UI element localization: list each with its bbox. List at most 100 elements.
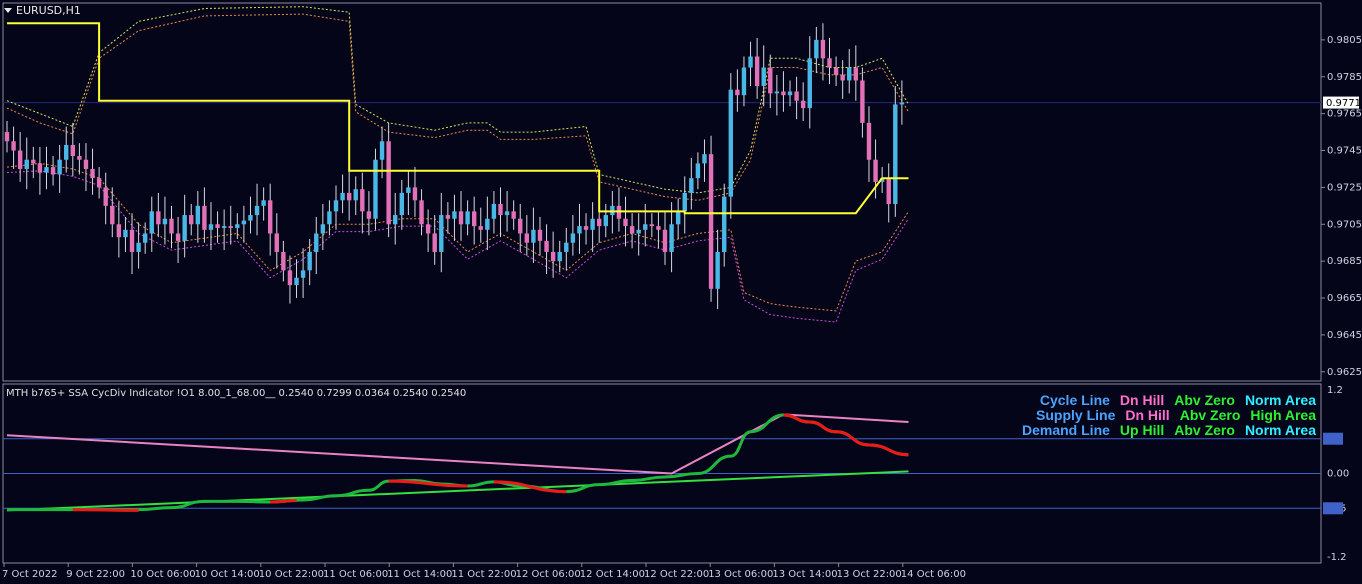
candle-body: [208, 224, 214, 230]
x-tick-label: 10 Oct 14:00: [195, 569, 260, 580]
y-tick-label: 0.9725: [1327, 182, 1362, 193]
candle-body: [452, 211, 457, 219]
candle-body: [419, 200, 424, 225]
candle-body: [689, 178, 694, 193]
candle-body: [768, 67, 773, 94]
candle-body: [307, 251, 312, 271]
x-tick-label: 10 Oct 06:00: [130, 569, 195, 580]
candle-body: [583, 226, 589, 230]
candle-body: [531, 229, 536, 243]
candle-body: [189, 215, 194, 225]
legend-row-supply: Supply Line Dn Hill Abv Zero High Area: [1022, 408, 1316, 423]
candle-body: [537, 229, 543, 241]
candle-body: [320, 224, 326, 234]
candle-body: [886, 178, 891, 204]
candle-body: [103, 187, 108, 206]
candle-body: [221, 226, 227, 228]
y-tick-label: 0.9665: [1327, 293, 1362, 304]
candle-body: [353, 189, 358, 201]
candle-body: [4, 132, 10, 142]
candle-body: [215, 224, 220, 228]
candle-body: [754, 56, 760, 86]
candle-body: [761, 67, 766, 86]
candle-body: [550, 251, 556, 262]
x-tick-label: 13 Oct 14:00: [772, 569, 837, 580]
candle-body: [498, 203, 503, 216]
candle-body: [202, 205, 207, 230]
x-tick-label: 11 Oct 14:00: [387, 569, 452, 580]
candle-body: [511, 211, 516, 219]
candle-body: [735, 89, 740, 96]
candle-body: [412, 187, 418, 201]
chart-canvas: 0.9805 0.9785 0.9765 0.9745 0.9725 0.9705 0.96…: [0, 0, 1362, 584]
candle-body: [57, 159, 62, 175]
candle-body: [360, 189, 365, 212]
candle-body: [432, 233, 437, 252]
x-tick-label: 7 Oct 2022: [2, 569, 57, 580]
candle-body: [702, 154, 707, 164]
candle-body: [603, 215, 608, 227]
candle-body: [847, 67, 852, 81]
candle-body: [96, 178, 102, 188]
chevron-down-icon[interactable]: [4, 8, 12, 13]
candle-body: [899, 102, 905, 105]
candle-body: [649, 224, 655, 227]
legend-name: Demand Line: [1022, 422, 1110, 438]
symbol-text: EURUSD,H1: [16, 4, 81, 17]
candle-body: [314, 233, 319, 252]
candle-body: [175, 233, 181, 241]
candle-body: [636, 229, 641, 234]
trading-chart-window: { "symbol": "EURUSD,H1", "indicator_titl…: [0, 0, 1362, 584]
candle-body: [24, 159, 29, 169]
candle-body: [800, 100, 806, 109]
candle-body: [254, 205, 260, 216]
candle-body: [827, 58, 832, 68]
indicator-y-tick-label: -1.2: [1327, 552, 1347, 563]
candle-body: [425, 224, 431, 234]
cycle-line-red-segment: [270, 499, 297, 504]
candle-body: [439, 215, 444, 252]
candle-body: [458, 211, 464, 225]
candle-body: [524, 233, 530, 243]
candle-body: [590, 218, 595, 230]
candle-body: [70, 144, 75, 157]
candle-body: [478, 226, 483, 230]
legend-state-1: Up Hill: [1119, 422, 1165, 438]
candle-body: [471, 211, 477, 227]
symbol-label[interactable]: EURUSD,H1: [4, 4, 81, 17]
candle-body: [162, 218, 168, 225]
indicator-legend: Cycle Line Dn Hill Abv Zero Norm Area Su…: [1022, 393, 1316, 438]
indicator-title: MTH b765+ SSA CycDiv Indicator !O1 8.00_…: [6, 388, 467, 399]
x-tick-label: 12 Oct 06:00: [516, 569, 581, 580]
y-tick-label: 0.9785: [1327, 72, 1362, 83]
candle-body: [123, 229, 128, 238]
legend-state-1: Dn Hill: [1119, 392, 1165, 408]
candle-body: [873, 159, 878, 182]
chart-background: [0, 0, 1362, 584]
legend-state-3: High Area: [1250, 407, 1316, 423]
candle-body: [346, 192, 352, 201]
x-tick-label: 14 Oct 06:00: [901, 569, 966, 580]
candle-body: [241, 220, 247, 225]
current-price-label: 0.9771: [1326, 98, 1361, 109]
candle-body: [37, 163, 43, 173]
candle-body: [399, 192, 404, 216]
legend-name: Supply Line: [1036, 407, 1116, 423]
candle-body: [149, 211, 154, 234]
indicator-y-tick-label: 1.2: [1327, 385, 1343, 396]
candle-body: [287, 270, 293, 286]
candle-body: [195, 205, 201, 225]
candle-body: [833, 67, 839, 75]
candle-body: [44, 167, 49, 173]
candle-body: [866, 122, 872, 160]
candle-body: [485, 218, 490, 230]
candle-body: [629, 226, 635, 234]
candle-body: [728, 89, 733, 197]
y-tick-label: 0.9805: [1327, 35, 1362, 46]
legend-state-3: Norm Area: [1244, 422, 1316, 438]
candle-body: [77, 156, 82, 160]
legend-state-2: Abv Zero: [1174, 422, 1235, 438]
x-tick-label: 9 Oct 22:00: [66, 569, 125, 580]
candle-body: [656, 226, 661, 230]
x-tick-label: 12 Oct 14:00: [580, 569, 645, 580]
